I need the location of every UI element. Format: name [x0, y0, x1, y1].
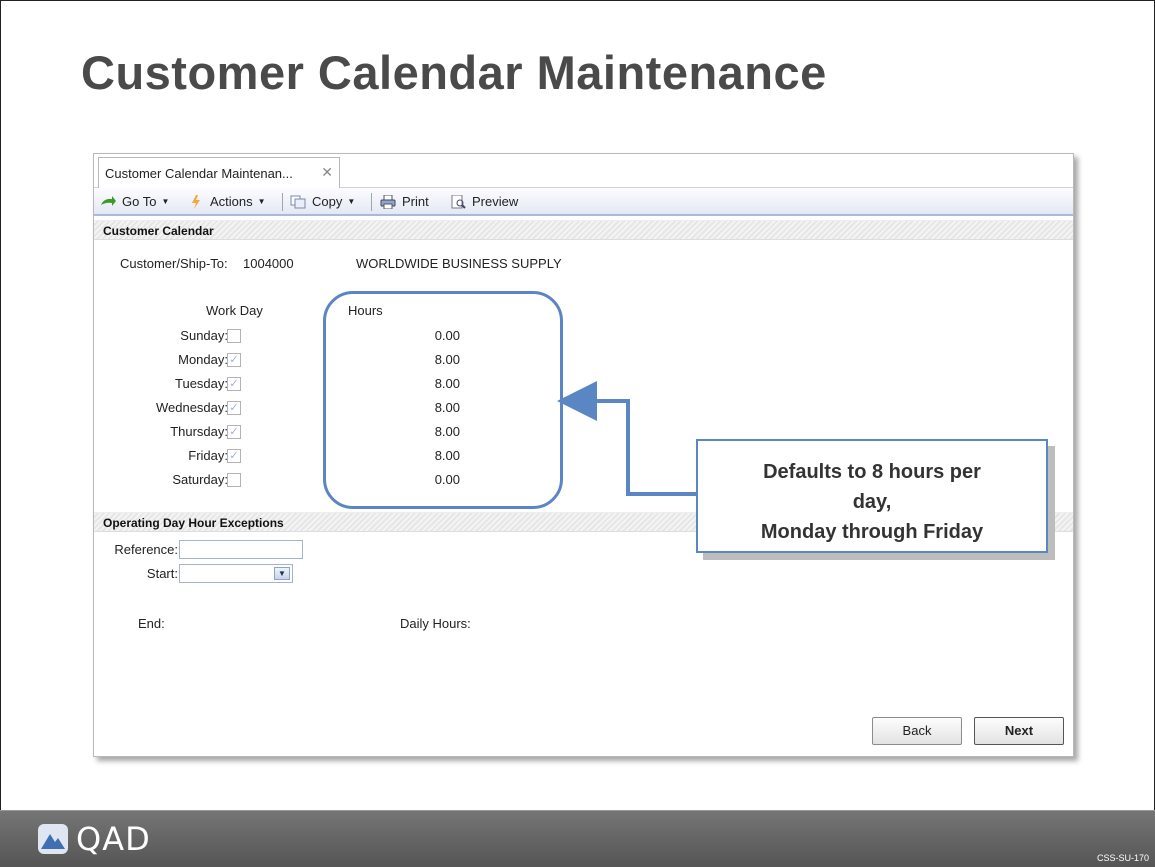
callout-arrow: [557, 381, 696, 496]
callout-line-1: Defaults to 8 hours per: [763, 461, 981, 483]
callout-line-2: day,: [852, 491, 892, 513]
slide-footer: QAD CSS-SU-170: [0, 810, 1155, 867]
callout-line-3: Monday through Friday: [760, 521, 984, 543]
slide-code: CSS-SU-170: [1096, 853, 1149, 863]
qad-logo-icon: [38, 824, 68, 854]
qad-logo: QAD: [38, 823, 151, 855]
slide: Customer Calendar Maintenance Customer C…: [0, 0, 1155, 810]
logo-text: QAD: [76, 820, 151, 858]
callout-box: Defaults to 8 hours per day, Monday thro…: [696, 439, 1048, 553]
